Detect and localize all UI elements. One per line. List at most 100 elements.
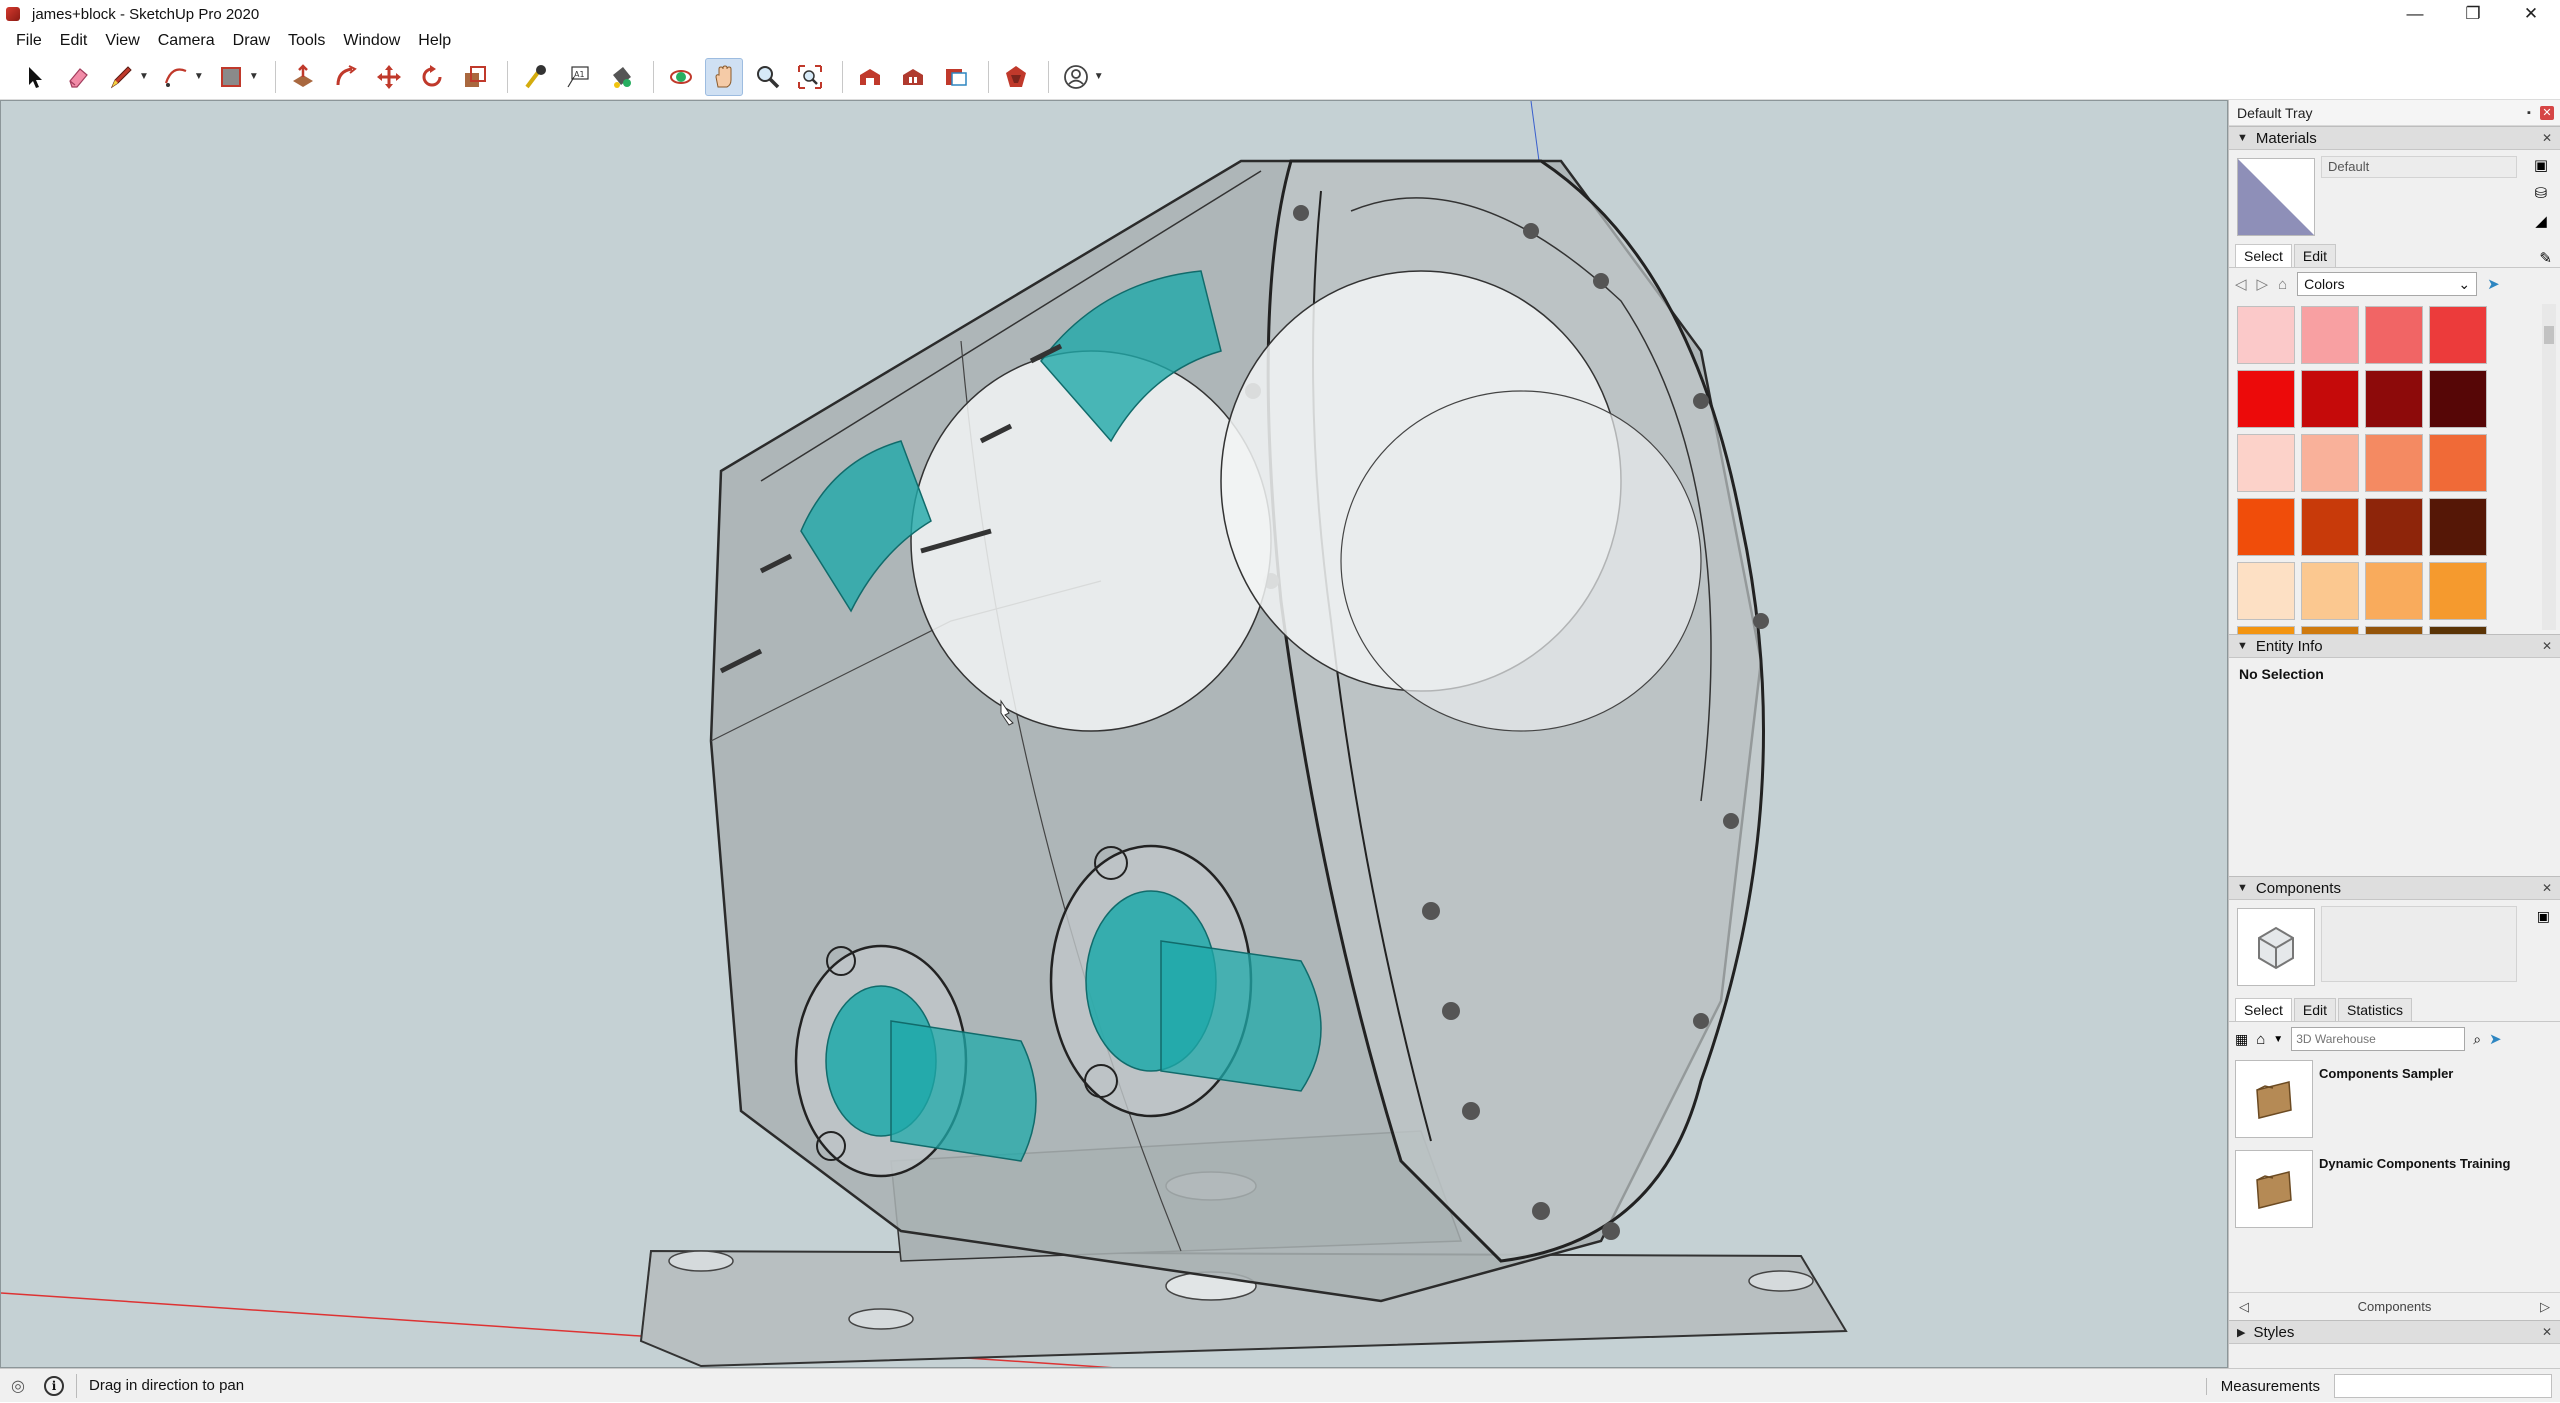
arc-tool-icon[interactable] xyxy=(157,58,195,96)
materials-close-icon[interactable]: ✕ xyxy=(2542,131,2552,145)
menu-camera[interactable]: Camera xyxy=(150,32,225,50)
material-library-select[interactable]: Colors ⌄ xyxy=(2297,272,2478,296)
material-swatch[interactable] xyxy=(2301,370,2359,428)
tab-edit[interactable]: Edit xyxy=(2293,998,2337,1021)
line-tool-icon[interactable] xyxy=(102,58,140,96)
zoom-tool-icon[interactable] xyxy=(748,58,786,96)
collapse-triangle-icon[interactable]: ▼ xyxy=(2237,640,2248,652)
default-material-icon[interactable]: ◢ xyxy=(2535,212,2547,230)
sample-paint-icon[interactable]: ✎ xyxy=(2539,249,2552,267)
rotate-tool-icon[interactable] xyxy=(413,58,451,96)
tab-select[interactable]: Select xyxy=(2235,998,2292,1021)
material-swatch[interactable] xyxy=(2301,306,2359,364)
material-swatch[interactable] xyxy=(2429,370,2487,428)
warehouse-icon[interactable] xyxy=(851,58,889,96)
material-bucket-icon[interactable]: ⛁ xyxy=(2535,184,2548,202)
details-arrow-icon[interactable]: ➤ xyxy=(2487,275,2500,293)
menu-draw[interactable]: Draw xyxy=(225,32,280,50)
material-swatch[interactable] xyxy=(2365,562,2423,620)
swatch-scrollbar[interactable] xyxy=(2542,304,2556,630)
material-swatch[interactable] xyxy=(2429,626,2487,634)
material-swatch[interactable] xyxy=(2429,562,2487,620)
tab-select[interactable]: Select xyxy=(2235,244,2292,267)
components-close-icon[interactable]: ✕ xyxy=(2542,881,2552,895)
material-swatch[interactable] xyxy=(2429,498,2487,556)
select-tool-icon[interactable] xyxy=(16,58,54,96)
home-icon[interactable]: ⌂ xyxy=(2256,1031,2265,1048)
material-swatch[interactable] xyxy=(2237,370,2295,428)
material-swatch[interactable] xyxy=(2237,434,2295,492)
orbit-tool-icon[interactable] xyxy=(662,58,700,96)
engine-block-model[interactable] xyxy=(1,101,2228,1368)
collapse-triangle-icon[interactable]: ▼ xyxy=(2237,132,2248,144)
material-swatch[interactable] xyxy=(2301,434,2359,492)
forward-icon[interactable]: ▷ xyxy=(2257,275,2269,293)
send-to-layout-icon[interactable] xyxy=(937,58,975,96)
materials-panel-header[interactable]: ▼ Materials ✕ xyxy=(2229,126,2560,150)
collapse-triangle-icon[interactable]: ▼ xyxy=(2237,882,2248,894)
account-icon[interactable] xyxy=(1057,58,1095,96)
component-name-field[interactable] xyxy=(2321,906,2517,982)
create-material-icon[interactable]: ▣ xyxy=(2534,156,2548,174)
details-arrow-icon[interactable]: ➤ xyxy=(2489,1030,2502,1048)
components-panel-header[interactable]: ▼ Components ✕ xyxy=(2229,876,2560,900)
move-tool-icon[interactable] xyxy=(370,58,408,96)
component-details-icon[interactable]: ▣ xyxy=(2537,908,2550,925)
text-tool-icon[interactable]: A1 xyxy=(559,58,597,96)
scale-tool-icon[interactable] xyxy=(456,58,494,96)
list-item[interactable]: Dynamic Components Training xyxy=(2235,1150,2554,1228)
tab-edit[interactable]: Edit xyxy=(2293,244,2337,267)
line-tool-dropdown-icon[interactable]: ▼ xyxy=(139,71,149,82)
expand-triangle-icon[interactable]: ▶ xyxy=(2237,1326,2245,1339)
restore-button[interactable]: ❐ xyxy=(2444,0,2502,28)
material-swatch[interactable] xyxy=(2237,626,2295,634)
material-swatch[interactable] xyxy=(2365,370,2423,428)
tape-measure-tool-icon[interactable] xyxy=(516,58,554,96)
account-dropdown-icon[interactable]: ▼ xyxy=(1094,71,1104,82)
menu-file[interactable]: File xyxy=(8,32,52,50)
styles-close-icon[interactable]: ✕ xyxy=(2542,1325,2552,1339)
home-icon[interactable]: ⌂ xyxy=(2278,276,2287,293)
material-swatch[interactable] xyxy=(2301,498,2359,556)
back-icon[interactable]: ◁ xyxy=(2235,275,2247,293)
entity-info-panel-header[interactable]: ▼ Entity Info ✕ xyxy=(2229,634,2560,658)
measurements-input[interactable] xyxy=(2334,1374,2552,1398)
menu-help[interactable]: Help xyxy=(410,32,461,50)
material-swatch[interactable] xyxy=(2429,306,2487,364)
view-options-icon[interactable]: ▦ xyxy=(2235,1031,2248,1048)
chevron-down-icon[interactable]: ▼ xyxy=(2273,1034,2283,1045)
extension-warehouse-icon[interactable] xyxy=(894,58,932,96)
tray-close-icon[interactable]: ✕ xyxy=(2540,105,2554,120)
material-swatch[interactable] xyxy=(2365,306,2423,364)
list-item[interactable]: Components Sampler xyxy=(2235,1060,2554,1138)
material-swatch[interactable] xyxy=(2365,498,2423,556)
material-swatch[interactable] xyxy=(2365,626,2423,634)
entity-info-close-icon[interactable]: ✕ xyxy=(2542,639,2552,653)
material-swatch[interactable] xyxy=(2237,498,2295,556)
material-swatch[interactable] xyxy=(2237,562,2295,620)
arc-tool-dropdown-icon[interactable]: ▼ xyxy=(194,71,204,82)
menu-window[interactable]: Window xyxy=(335,32,410,50)
material-swatch[interactable] xyxy=(2429,434,2487,492)
material-swatch[interactable] xyxy=(2365,434,2423,492)
back-icon[interactable]: ◁ xyxy=(2239,1299,2249,1315)
minimize-button[interactable]: — xyxy=(2386,0,2444,28)
tab-statistics[interactable]: Statistics xyxy=(2338,998,2413,1021)
shape-tool-dropdown-icon[interactable]: ▼ xyxy=(249,71,259,82)
material-name-field[interactable]: Default xyxy=(2321,156,2517,178)
menu-tools[interactable]: Tools xyxy=(280,32,335,50)
material-swatch[interactable] xyxy=(2301,562,2359,620)
follow-me-tool-icon[interactable] xyxy=(327,58,365,96)
paint-bucket-tool-icon[interactable] xyxy=(602,58,640,96)
shape-tool-icon[interactable] xyxy=(212,58,250,96)
styles-panel-header[interactable]: ▶ Styles ✕ xyxy=(2229,1320,2560,1344)
push-pull-tool-icon[interactable] xyxy=(284,58,322,96)
material-swatch[interactable] xyxy=(2301,626,2359,634)
instructor-info-icon[interactable]: i xyxy=(44,1375,64,1396)
geo-location-icon[interactable]: ◎ xyxy=(6,1374,30,1398)
model-viewport[interactable] xyxy=(0,100,2228,1368)
menu-edit[interactable]: Edit xyxy=(52,32,98,50)
forward-icon[interactable]: ▷ xyxy=(2540,1299,2550,1315)
warehouse-search-input[interactable] xyxy=(2291,1027,2466,1051)
extension-manager-icon[interactable] xyxy=(997,58,1035,96)
